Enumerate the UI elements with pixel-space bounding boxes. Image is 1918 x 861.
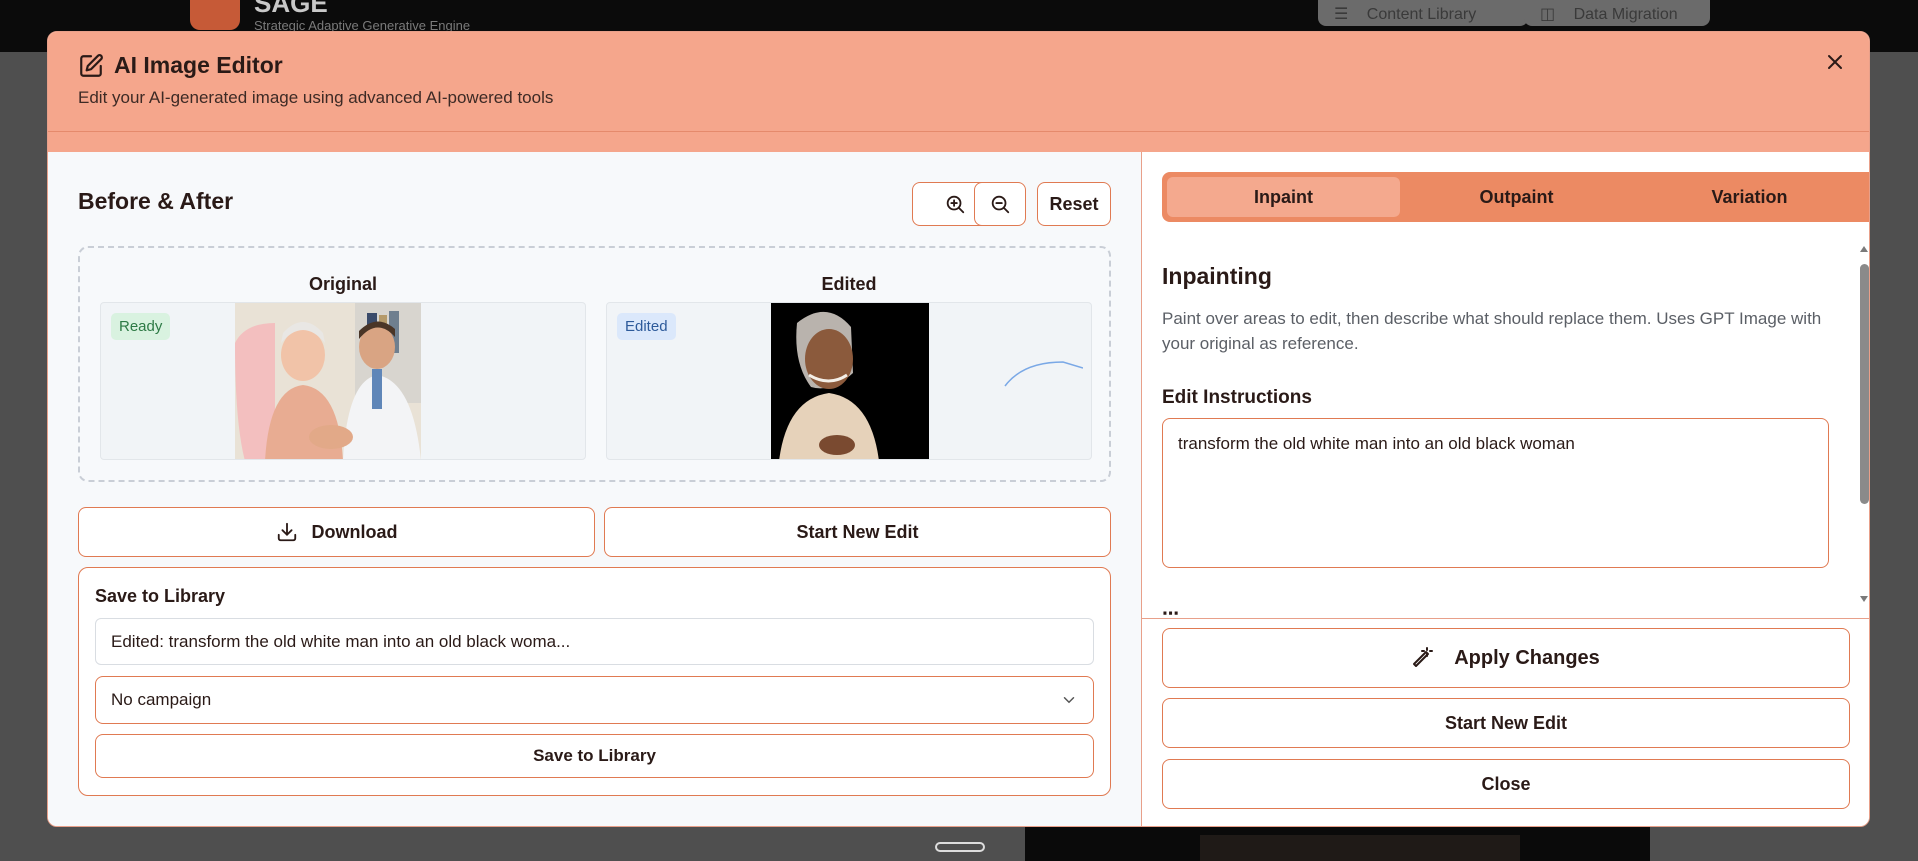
- campaign-select-value: No campaign: [111, 690, 212, 709]
- scroll-down-icon[interactable]: [1859, 594, 1869, 604]
- original-image-panel[interactable]: Ready: [100, 302, 586, 460]
- scrollbar-thumb[interactable]: [1860, 264, 1869, 504]
- tab-variation[interactable]: Variation: [1633, 177, 1866, 217]
- edited-badge: Edited: [617, 313, 676, 340]
- mask-cursor-icon: [1004, 361, 1083, 387]
- modal-subtitle: Edit your AI-generated image using advan…: [78, 88, 554, 107]
- database-icon: ◫: [1540, 6, 1556, 23]
- nav-content-library-label: Content Library: [1366, 6, 1477, 23]
- nav-data-migration-label: Data Migration: [1573, 6, 1678, 23]
- zoom-out-icon: [991, 195, 1010, 214]
- start-new-edit-button[interactable]: Start New Edit: [604, 507, 1111, 557]
- background-scroll-handle[interactable]: [935, 842, 985, 852]
- nav-data-migration-button[interactable]: ◫ Data Migration: [1524, 0, 1710, 26]
- tab-outpaint[interactable]: Outpaint: [1400, 177, 1633, 217]
- app-brand: SAGE: [254, 0, 328, 18]
- close-button[interactable]: Close: [1162, 759, 1850, 809]
- save-to-library-panel: Save to Library No campaign Save to Libr…: [78, 567, 1111, 796]
- scroll-up-icon[interactable]: [1859, 244, 1869, 254]
- before-after-pane: Before & After Reset Original Edited Rea…: [48, 152, 1142, 826]
- footer-start-new-edit-button[interactable]: Start New Edit: [1162, 698, 1850, 748]
- edit-mode-tabs: Inpaint Outpaint Variation: [1162, 172, 1869, 222]
- app-logo: [190, 0, 240, 30]
- download-button[interactable]: Download: [78, 507, 595, 557]
- library-icon: ☰: [1334, 6, 1349, 23]
- zoom-out-button[interactable]: [974, 182, 1026, 226]
- close-icon[interactable]: [1823, 50, 1847, 74]
- comparison-area: Original Edited Ready Edited: [78, 246, 1111, 482]
- reset-button[interactable]: Reset: [1037, 182, 1111, 226]
- edited-label: Edited: [821, 274, 877, 294]
- nav-content-library-button[interactable]: ☰ Content Library: [1318, 0, 1528, 26]
- download-icon: [277, 522, 296, 542]
- apply-changes-button[interactable]: Apply Changes: [1162, 628, 1850, 688]
- edit-tools-pane: Inpaint Outpaint Variation Inpainting Pa…: [1142, 152, 1869, 826]
- ready-badge: Ready: [111, 313, 171, 340]
- modal-title: AI Image Editor: [114, 52, 283, 78]
- inpainting-description: Paint over areas to edit, then describe …: [1162, 309, 1822, 353]
- before-after-title: Before & After: [78, 188, 234, 214]
- save-to-library-title: Save to Library: [95, 586, 226, 606]
- save-to-library-button[interactable]: Save to Library: [95, 734, 1094, 778]
- footer-divider: [1142, 618, 1869, 619]
- edit-instructions-textarea[interactable]: transform the old white man into an old …: [1162, 418, 1829, 568]
- ai-image-editor-modal: AI Image Editor Edit your AI-generated i…: [47, 31, 1870, 827]
- edited-image: [771, 303, 929, 459]
- next-section-label-cut: ⋯: [1162, 604, 1179, 618]
- campaign-select[interactable]: No campaign: [95, 676, 1094, 724]
- apply-changes-label: Apply Changes: [1454, 646, 1600, 669]
- header-strip: [48, 132, 1869, 152]
- edit-icon: [80, 53, 103, 77]
- chevron-down-icon: [1063, 697, 1075, 704]
- background-image: [1200, 835, 1520, 861]
- original-image: [235, 303, 421, 459]
- zoom-in-icon: [946, 195, 965, 214]
- library-name-input[interactable]: [95, 618, 1094, 665]
- original-label: Original: [308, 274, 377, 294]
- tab-inpaint[interactable]: Inpaint: [1167, 177, 1400, 217]
- inpainting-title: Inpainting: [1162, 263, 1272, 289]
- inpaint-panel: Inpainting Paint over areas to edit, the…: [1142, 240, 1869, 618]
- vertical-scrollbar[interactable]: [1857, 244, 1869, 604]
- download-label: Download: [311, 521, 398, 542]
- modal-header: AI Image Editor Edit your AI-generated i…: [48, 32, 1869, 132]
- edit-instructions-label: Edit Instructions: [1162, 387, 1312, 408]
- magic-wand-icon: [1413, 647, 1434, 667]
